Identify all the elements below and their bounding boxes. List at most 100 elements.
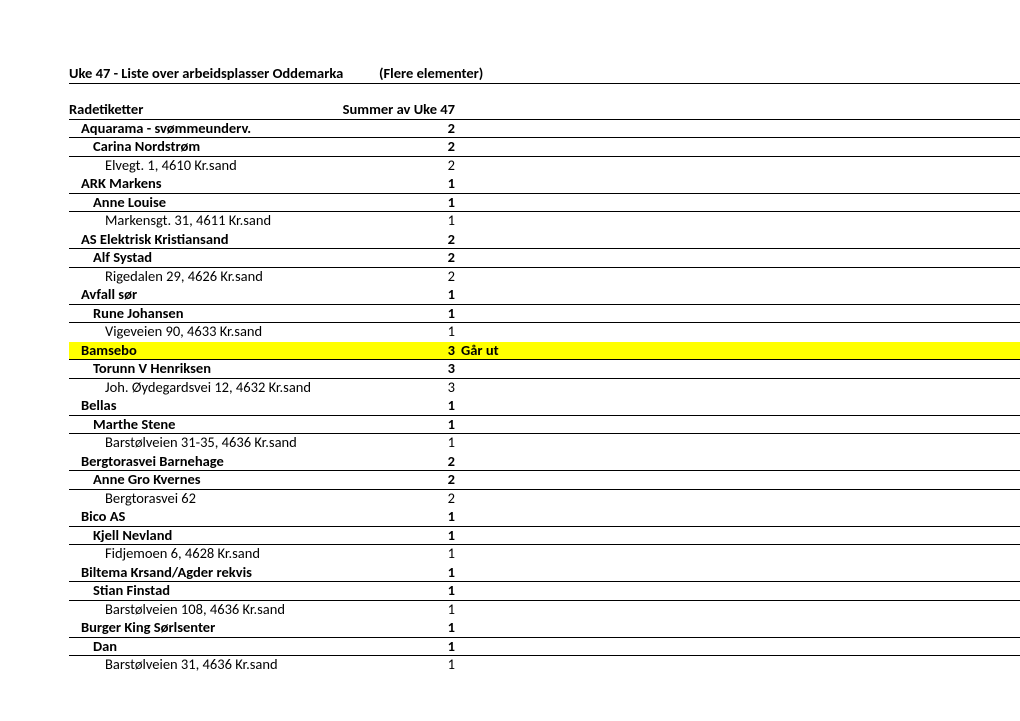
- row-value: 2: [379, 453, 457, 471]
- table-row: Burger King Sørlsenter1: [69, 619, 1020, 638]
- table-row: Dan1: [69, 638, 1020, 657]
- row-label: AS Elektrisk Kristiansand: [69, 231, 379, 249]
- row-label: ARK Markens: [69, 175, 379, 193]
- row-label: Elvegt. 1, 4610 Kr.sand: [69, 157, 379, 175]
- table-row: Marthe Stene1: [69, 416, 1020, 435]
- spacer: [69, 84, 1020, 102]
- row-value: 2: [379, 138, 457, 156]
- row-value: 2: [379, 268, 457, 286]
- table-row: Carina Nordstrøm2: [69, 138, 1020, 157]
- row-value: 1: [379, 323, 457, 341]
- table-row: Barstølveien 108, 4636 Kr.sand1: [69, 601, 1020, 620]
- table-row: Alf Systad2: [69, 249, 1020, 268]
- rows-container: Aquarama - svømmeunderv.2Carina Nordstrø…: [69, 120, 1020, 675]
- row-label: Bergtorasvei 62: [69, 490, 379, 508]
- row-label: Alf Systad: [69, 249, 379, 267]
- header-label: Radetiketter: [69, 101, 379, 119]
- row-label: Carina Nordstrøm: [69, 138, 379, 156]
- row-value: 1: [379, 508, 457, 526]
- row-label: Dan: [69, 638, 379, 656]
- row-note: Går ut: [461, 342, 581, 360]
- table-row: Barstølveien 31, 4636 Kr.sand1: [69, 656, 1020, 675]
- row-value: 1: [379, 601, 457, 619]
- row-label: Bellas: [69, 397, 379, 415]
- table-row: Rune Johansen1: [69, 305, 1020, 324]
- title-filter: (Flere elementer): [379, 65, 457, 83]
- table-row: Bico AS1: [69, 508, 1020, 527]
- row-label: Torunn V Henriksen: [69, 360, 379, 378]
- row-value: 3: [379, 342, 457, 360]
- row-label: Bamsebo: [69, 342, 379, 360]
- row-value: 1: [379, 175, 457, 193]
- header-value: Summer av Uke 47: [337, 101, 457, 119]
- row-label: Avfall sør: [69, 286, 379, 304]
- row-label: Kjell Nevland: [69, 527, 379, 545]
- row-value: 2: [379, 471, 457, 489]
- row-label: Aquarama - svømmeunderv.: [69, 120, 379, 138]
- table-row: AS Elektrisk Kristiansand2: [69, 231, 1020, 250]
- table-row: Anne Louise1: [69, 194, 1020, 213]
- table-row: Joh. Øydegardsvei 12, 4632 Kr.sand3: [69, 379, 1020, 398]
- table-row: Vigeveien 90, 4633 Kr.sand1: [69, 323, 1020, 342]
- table-row: Kjell Nevland1: [69, 527, 1020, 546]
- row-value: 1: [379, 545, 457, 563]
- row-label: Barstølveien 31-35, 4636 Kr.sand: [69, 434, 379, 452]
- row-value: 1: [379, 194, 457, 212]
- row-value: 1: [379, 564, 457, 582]
- row-value: 3: [379, 379, 457, 397]
- table-row: Biltema Krsand/Agder rekvis1: [69, 564, 1020, 583]
- table-row: Barstølveien 31-35, 4636 Kr.sand1: [69, 434, 1020, 453]
- table-row: Markensgt. 31, 4611 Kr.sand1: [69, 212, 1020, 231]
- table-row: Bamsebo3Går ut: [69, 342, 1020, 361]
- title-label: Uke 47 - Liste over arbeidsplasser Oddem…: [69, 65, 379, 83]
- table-row: Bergtorasvei Barnehage2: [69, 453, 1020, 472]
- row-label: Rigedalen 29, 4626 Kr.sand: [69, 268, 379, 286]
- table-row: Elvegt. 1, 4610 Kr.sand2: [69, 157, 1020, 176]
- row-value: 3: [379, 360, 457, 378]
- document-page: Uke 47 - Liste over arbeidsplasser Oddem…: [0, 0, 1020, 721]
- row-value: 1: [379, 305, 457, 323]
- row-value: 2: [379, 490, 457, 508]
- header-row: Radetiketter Summer av Uke 47: [69, 101, 1020, 120]
- table-row: Aquarama - svømmeunderv.2: [69, 120, 1020, 139]
- row-value: 1: [379, 656, 457, 674]
- row-label: Biltema Krsand/Agder rekvis: [69, 564, 379, 582]
- row-label: Marthe Stene: [69, 416, 379, 434]
- row-value: 1: [379, 397, 457, 415]
- row-label: Bico AS: [69, 508, 379, 526]
- row-value: 2: [379, 231, 457, 249]
- table-row: ARK Markens1: [69, 175, 1020, 194]
- row-label: Barstølveien 31, 4636 Kr.sand: [69, 656, 379, 674]
- row-label: Burger King Sørlsenter: [69, 619, 379, 637]
- table-row: Fidjemoen 6, 4628 Kr.sand1: [69, 545, 1020, 564]
- row-value: 2: [379, 249, 457, 267]
- row-value: 1: [379, 434, 457, 452]
- row-value: 1: [379, 286, 457, 304]
- row-label: Stian Finstad: [69, 582, 379, 600]
- row-value: 1: [379, 582, 457, 600]
- row-value: 1: [379, 619, 457, 637]
- table-row: Rigedalen 29, 4626 Kr.sand2: [69, 268, 1020, 287]
- row-value: 1: [379, 638, 457, 656]
- row-label: Anne Louise: [69, 194, 379, 212]
- row-label: Anne Gro Kvernes: [69, 471, 379, 489]
- row-label: Markensgt. 31, 4611 Kr.sand: [69, 212, 379, 230]
- row-value: 2: [379, 120, 457, 138]
- row-label: Barstølveien 108, 4636 Kr.sand: [69, 601, 379, 619]
- row-label: Fidjemoen 6, 4628 Kr.sand: [69, 545, 379, 563]
- row-label: Rune Johansen: [69, 305, 379, 323]
- row-value: 1: [379, 212, 457, 230]
- title-row: Uke 47 - Liste over arbeidsplasser Oddem…: [69, 65, 1020, 84]
- table-row: Torunn V Henriksen3: [69, 360, 1020, 379]
- row-label: Joh. Øydegardsvei 12, 4632 Kr.sand: [69, 379, 379, 397]
- table-row: Bergtorasvei 622: [69, 490, 1020, 509]
- table-row: Bellas1: [69, 397, 1020, 416]
- row-value: 2: [379, 157, 457, 175]
- row-value: 1: [379, 527, 457, 545]
- row-label: Bergtorasvei Barnehage: [69, 453, 379, 471]
- table-row: Stian Finstad1: [69, 582, 1020, 601]
- table-row: Avfall sør1: [69, 286, 1020, 305]
- row-label: Vigeveien 90, 4633 Kr.sand: [69, 323, 379, 341]
- table-row: Anne Gro Kvernes2: [69, 471, 1020, 490]
- row-value: 1: [379, 416, 457, 434]
